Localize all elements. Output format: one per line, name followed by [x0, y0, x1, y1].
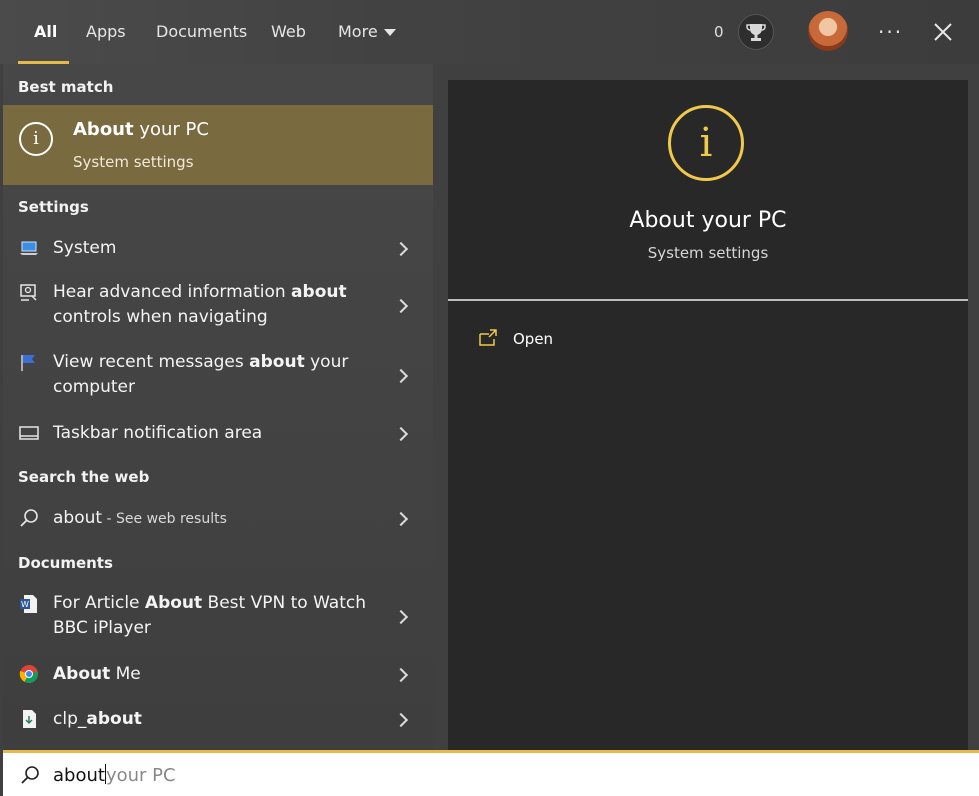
divider	[448, 299, 968, 301]
chevron-right-icon	[393, 667, 409, 683]
web-search-item[interactable]: about - See web results	[3, 504, 433, 534]
web-search-label: about - See web results	[53, 508, 227, 528]
chevron-right-icon	[393, 712, 409, 728]
search-suggestion: your PC	[105, 765, 176, 786]
tab-more[interactable]: More	[338, 0, 396, 64]
taskbar-icon	[19, 426, 39, 440]
info-icon: i	[668, 105, 744, 181]
settings-item-system[interactable]: System	[3, 234, 433, 264]
info-icon: i	[19, 122, 53, 156]
rewards-points: 0	[714, 23, 724, 41]
preview-subtitle: System settings	[647, 244, 769, 262]
laptop-icon	[20, 241, 38, 255]
settings-item-label: Taskbar notification area	[53, 423, 263, 443]
chevron-right-icon	[393, 368, 409, 384]
trophy-icon[interactable]	[738, 14, 774, 50]
section-settings: Settings	[18, 198, 89, 216]
user-avatar[interactable]	[808, 11, 848, 51]
settings-item-label: System	[53, 238, 117, 258]
search-icon	[20, 509, 38, 527]
section-search-web: Search the web	[18, 468, 150, 486]
chevron-right-icon	[393, 511, 409, 527]
results-pane: Best match i About your PC System settin…	[3, 64, 433, 750]
document-item-label: About Me	[53, 664, 141, 684]
chevron-right-icon	[393, 426, 409, 442]
best-match-subtitle: System settings	[73, 153, 194, 171]
tab-apps[interactable]: Apps	[86, 0, 126, 64]
document-item-about-me[interactable]: About Me	[3, 660, 433, 690]
search-header: All Apps Documents Web More 0 ···	[0, 0, 979, 64]
settings-item-label: View recent messages about your computer	[53, 352, 349, 397]
section-documents: Documents	[18, 554, 113, 572]
best-match-result[interactable]: i About your PC System settings	[3, 105, 433, 185]
settings-item-recent-messages[interactable]: View recent messages about your computer	[3, 349, 433, 403]
preview-title: About your PC	[629, 208, 787, 233]
tab-all[interactable]: All	[34, 0, 57, 64]
tab-more-label: More	[338, 22, 378, 41]
more-options-icon[interactable]: ···	[878, 0, 903, 64]
chrome-icon	[19, 665, 39, 684]
document-item-label: For Article About Best VPN to Watch BBC i…	[53, 593, 366, 638]
search-box[interactable]: aboutyour PC	[3, 750, 979, 796]
svg-text:W: W	[21, 600, 29, 609]
chevron-right-icon	[393, 609, 409, 625]
document-item-clp-about[interactable]: clp_about	[3, 705, 433, 735]
close-icon[interactable]	[930, 19, 956, 45]
section-best-match: Best match	[18, 78, 114, 96]
best-match-title: About your PC	[73, 119, 209, 140]
settings-item-taskbar[interactable]: Taskbar notification area	[3, 419, 433, 449]
search-input[interactable]: aboutyour PC	[53, 764, 176, 786]
document-item-word[interactable]: W For Article About Best VPN to Watch BBC…	[3, 590, 433, 644]
chevron-right-icon	[393, 298, 409, 314]
chevron-right-icon	[393, 241, 409, 257]
preview-pane: i About your PC System settings Open	[448, 80, 968, 750]
settings-item-hear-advanced[interactable]: Hear advanced information about controls …	[3, 279, 433, 333]
open-label: Open	[513, 330, 554, 348]
document-item-label: clp_about	[53, 709, 142, 729]
tab-documents[interactable]: Documents	[156, 0, 247, 64]
chevron-down-icon	[383, 29, 396, 36]
narrator-icon	[20, 284, 37, 301]
flag-icon	[21, 355, 35, 371]
tab-web[interactable]: Web	[271, 0, 306, 64]
word-document-icon: W	[20, 595, 37, 613]
file-icon	[23, 710, 36, 728]
settings-item-label: Hear advanced information about controls …	[53, 282, 347, 327]
search-icon	[21, 766, 39, 784]
open-icon	[479, 329, 497, 346]
